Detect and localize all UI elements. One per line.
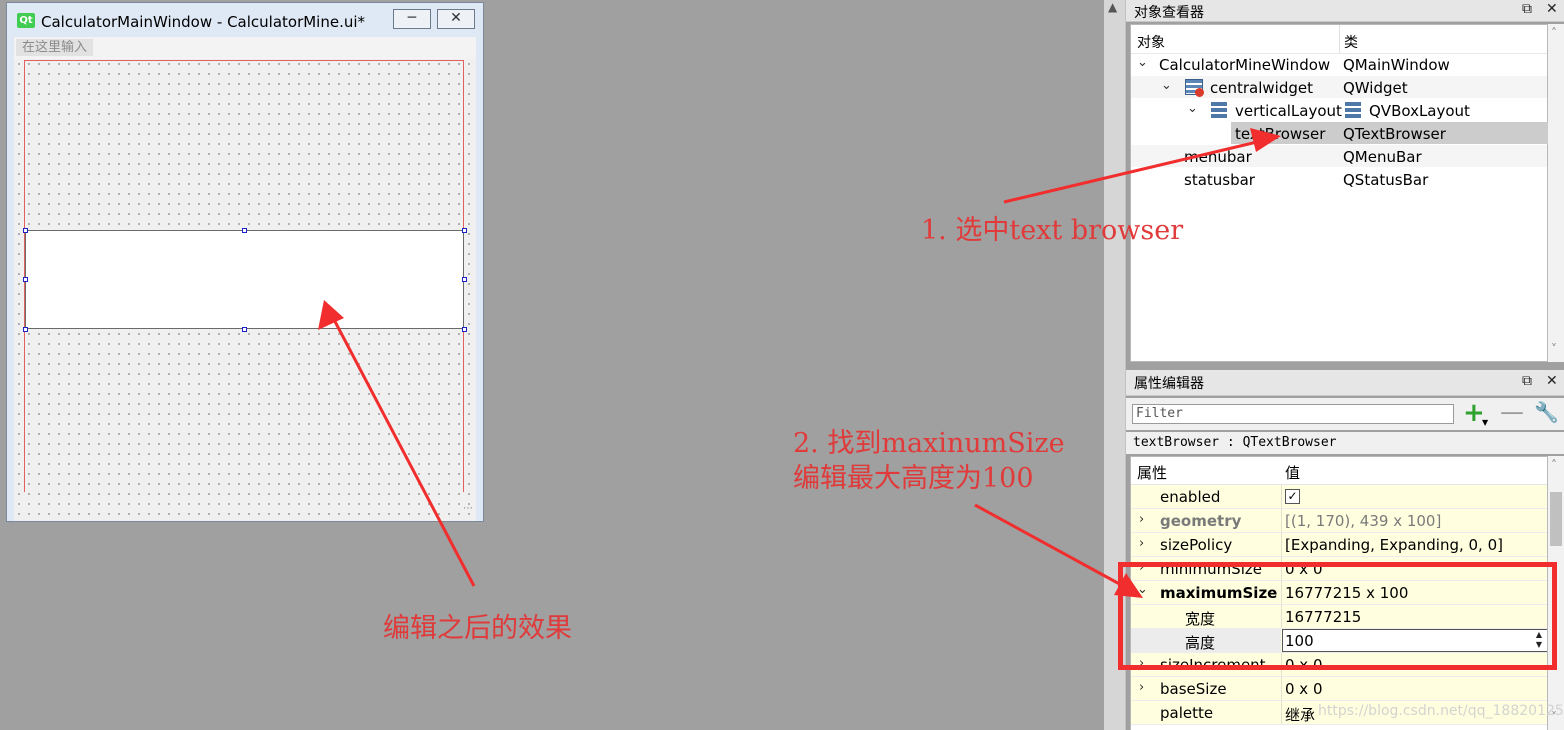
annotation-effect: 编辑之后的效果 xyxy=(383,613,572,644)
annotation-step1: 1. 选中text browser xyxy=(921,215,1184,246)
arrowhead xyxy=(1250,128,1281,152)
arrow-to-textbrowser-widget xyxy=(328,311,476,587)
annotation-arrows xyxy=(318,128,1281,598)
arrowhead xyxy=(318,300,344,330)
arrow-to-maximumsize xyxy=(974,503,1137,595)
annotation-step2-line2: 编辑最大高度为100 xyxy=(793,463,1034,494)
watermark-url: https://blog.csdn.net/qq_18820125 xyxy=(1318,703,1564,719)
annotation-step2-line1: 2. 找到maxinumSize xyxy=(793,428,1065,459)
arrowhead xyxy=(1114,573,1143,598)
arrow-to-textbrowser-row xyxy=(1003,136,1275,204)
